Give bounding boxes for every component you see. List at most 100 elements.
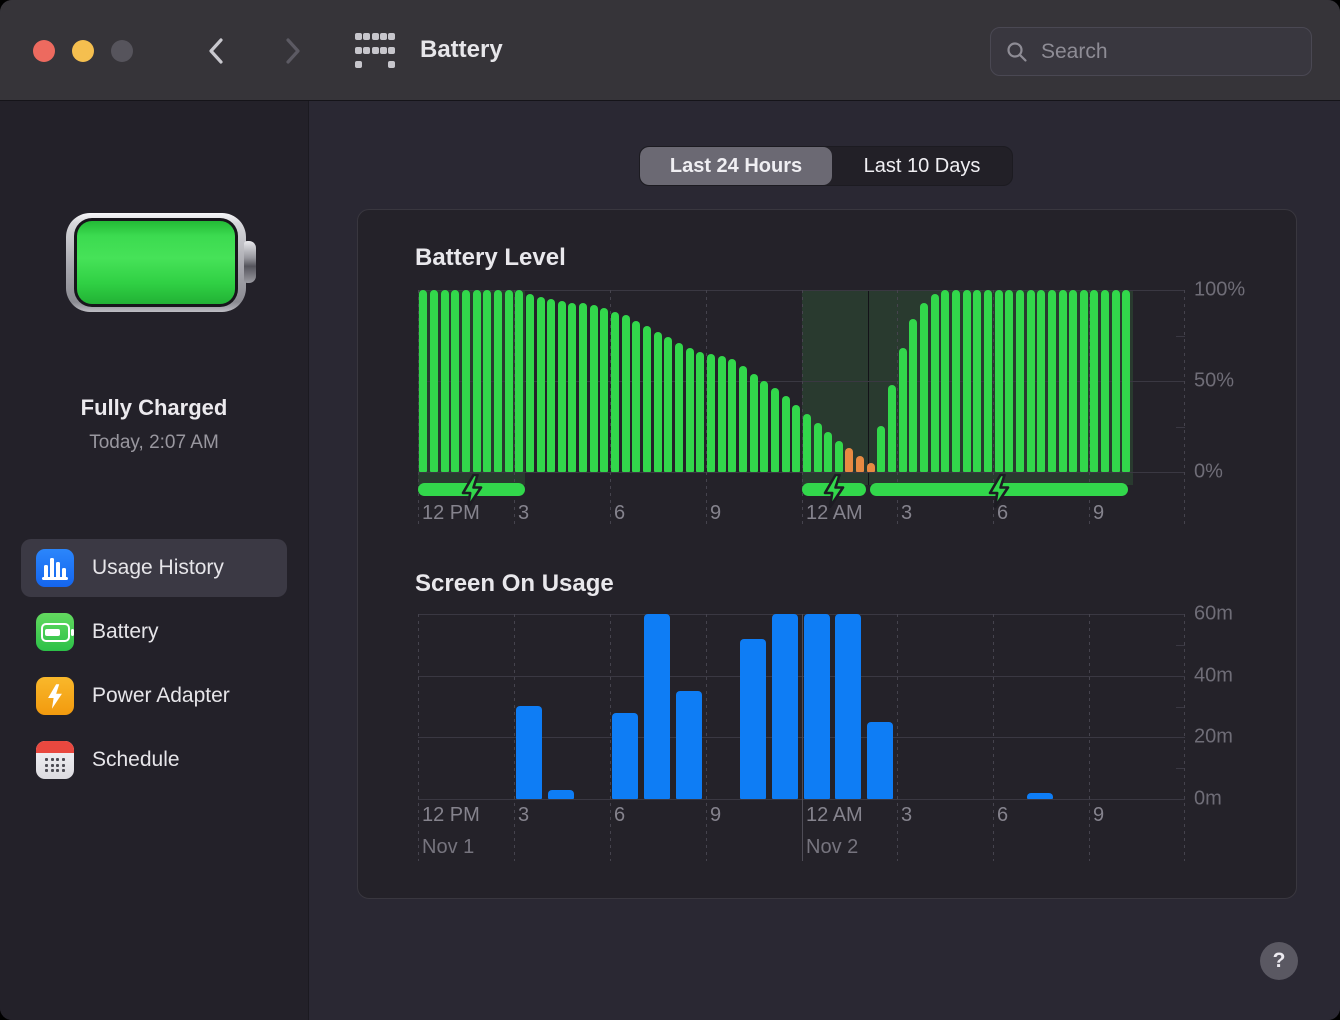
sidebar-item-label: Usage History: [92, 556, 224, 580]
sidebar-item-battery[interactable]: Battery: [21, 603, 287, 661]
zoom-button[interactable]: [111, 40, 133, 62]
battery-level-bar: [920, 303, 928, 472]
decoration: [56, 769, 59, 772]
battery-level-bar: [1037, 290, 1045, 472]
battery-level-bar: [973, 290, 981, 472]
x-tick-label: 9: [1093, 804, 1104, 827]
gridline-vertical: [706, 614, 707, 861]
battery-level-bar: [600, 308, 608, 472]
battery-level-bar: [1027, 290, 1035, 472]
x-tick-label: 3: [518, 502, 529, 525]
y-tick-label: 0m: [1194, 788, 1222, 811]
grid-dot: [380, 33, 387, 40]
battery-charge-fill: [77, 221, 235, 304]
battery-level-bar: [664, 337, 672, 472]
power-adapter-icon: [36, 677, 74, 715]
decoration: [45, 764, 48, 767]
battery-level-bar: [696, 352, 704, 472]
close-button[interactable]: [33, 40, 55, 62]
gridline-vertical: [993, 614, 994, 861]
battery-level-bar: [686, 348, 694, 472]
battery-level-bar: [558, 301, 566, 472]
battery-level-bar: [1090, 290, 1098, 472]
battery-level-bar: [675, 343, 683, 472]
calendar-header: [36, 741, 74, 753]
tab-last-24-hours[interactable]: Last 24 Hours: [640, 147, 832, 185]
x-tick-label: 6: [997, 502, 1008, 525]
decoration: [50, 558, 54, 578]
sidebar-item-schedule[interactable]: Schedule: [21, 731, 287, 789]
day-label: Nov 1: [422, 836, 474, 859]
battery-level-bar: [430, 290, 438, 472]
grid-dot: [372, 47, 379, 54]
sidebar-item-power-adapter[interactable]: Power Adapter: [21, 667, 287, 725]
forward-button[interactable]: [278, 35, 306, 67]
x-tick-label: 12 PM: [422, 804, 480, 827]
battery-glyph: [41, 623, 70, 642]
x-tick-label: 12 PM: [422, 502, 480, 525]
battery-level-bar: [909, 319, 917, 472]
sidebar-item-usage-history[interactable]: Usage History: [21, 539, 287, 597]
battery-level-bar: [803, 414, 811, 472]
window-title: Battery: [420, 36, 503, 64]
decoration: [51, 758, 54, 761]
tab-last-10-days[interactable]: Last 10 Days: [832, 147, 1012, 185]
battery-level-bar: [643, 326, 651, 472]
battery-icon: [36, 613, 74, 651]
battery-level-bar: [814, 423, 822, 472]
decoration: [56, 562, 60, 578]
back-button[interactable]: [203, 35, 231, 67]
decoration: [51, 764, 54, 767]
decoration: [42, 577, 68, 580]
battery-level-bar: [867, 463, 875, 472]
chevron-right-icon: [279, 36, 305, 66]
decoration: [62, 764, 65, 767]
battery-level-bar: [984, 290, 992, 472]
screen-usage-bar: [612, 713, 638, 799]
search-field[interactable]: [990, 27, 1312, 76]
battery-level-bar: [899, 348, 907, 472]
day-boundary-line: [802, 614, 803, 861]
search-input[interactable]: [1039, 39, 1314, 65]
battery-level-chart: 12 PM36912 AM369100%50%0%: [418, 290, 1185, 472]
grid-dot: [388, 33, 395, 40]
x-tick-label: 3: [901, 804, 912, 827]
decoration: [288, 40, 298, 62]
titlebar: Battery: [0, 0, 1340, 101]
decoration: [56, 764, 59, 767]
battery-status-time: Today, 2:07 AM: [0, 432, 308, 454]
battery-level-bar: [888, 385, 896, 472]
decoration: [45, 629, 60, 636]
battery-seam: [74, 218, 238, 307]
battery-level-bar: [995, 290, 1003, 472]
battery-level-bar: [654, 332, 662, 472]
battery-level-bar: [611, 312, 619, 472]
grid-dot: [363, 33, 370, 40]
battery-level-bar: [1069, 290, 1077, 472]
y-tick-label: 40m: [1194, 665, 1233, 688]
battery-level-bar: [547, 299, 555, 472]
x-tick-label: 3: [518, 804, 529, 827]
battery-level-bar: [728, 359, 736, 472]
content-pane: Last 24 HoursLast 10 Days Battery Level …: [309, 101, 1340, 1020]
x-tick-label: 6: [614, 502, 625, 525]
battery-level-bar: [622, 315, 630, 472]
screen-usage-bar: [516, 706, 542, 799]
battery-level-bar: [505, 290, 513, 472]
battery-level-bar: [952, 290, 960, 472]
y-tick-label: 100%: [1194, 279, 1245, 302]
grid-dot: [372, 33, 379, 40]
y-tick-label: 60m: [1194, 603, 1233, 626]
show-all-settings-button[interactable]: [355, 33, 395, 68]
help-button[interactable]: ?: [1260, 942, 1298, 980]
x-tick-label: 9: [710, 804, 721, 827]
decoration: [45, 769, 48, 772]
minimize-button[interactable]: [72, 40, 94, 62]
sidebar-item-label: Power Adapter: [92, 684, 230, 708]
battery-level-bar: [760, 381, 768, 472]
battery-level-bar: [718, 356, 726, 472]
search-icon: [1005, 40, 1029, 64]
x-tick-label: 12 AM: [806, 502, 863, 525]
bar-chart-glyph: [44, 558, 66, 578]
battery-level-bar: [494, 290, 502, 472]
